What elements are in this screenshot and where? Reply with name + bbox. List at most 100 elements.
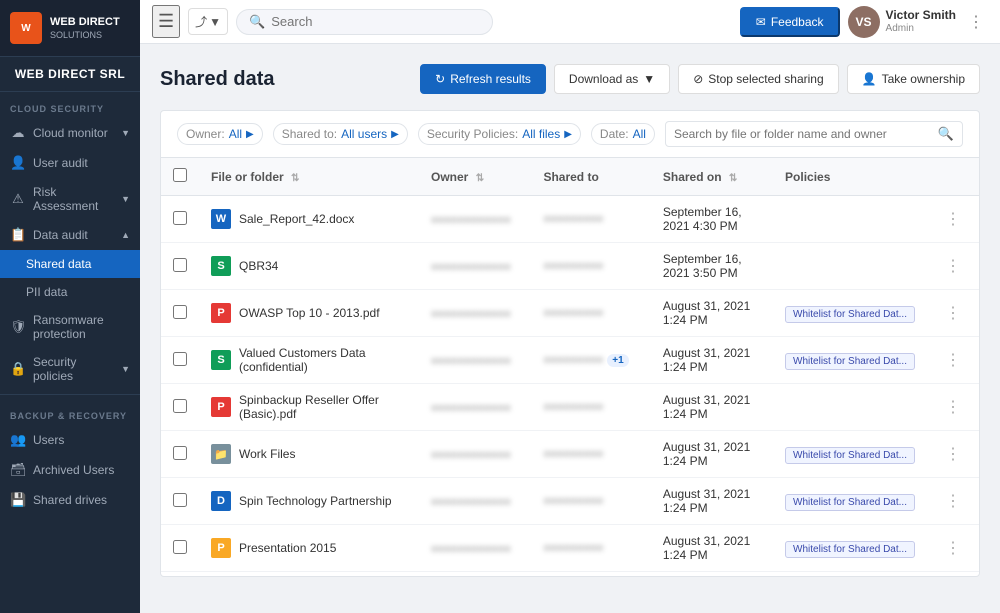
sidebar-item-data-audit[interactable]: 📋 Data audit ▲	[0, 220, 140, 250]
filter-security[interactable]: Security Policies: All files ▶	[418, 123, 581, 145]
file-type-icon: 📁	[211, 444, 231, 464]
shared-to-value: ●●●●●●●●●	[543, 401, 603, 413]
table-row: S Valued Customers Data (confidential) ●…	[161, 337, 979, 384]
refresh-button[interactable]: ↻ Refresh results	[420, 64, 546, 94]
select-all-checkbox[interactable]	[173, 168, 187, 182]
stop-sharing-button[interactable]: ⊘ Stop selected sharing	[678, 64, 838, 94]
row-menu-button[interactable]: ⋮	[939, 256, 967, 277]
owner-value: ●●●●●●●●●●●●	[431, 449, 511, 461]
col-shared-label: Shared to	[543, 170, 598, 184]
row-checkbox[interactable]	[173, 540, 187, 554]
user-name: Victor Smith	[886, 8, 956, 22]
policy-badge: Whitelist for Shared Dat...	[785, 541, 915, 558]
sidebar-item-label: Archived Users	[33, 463, 114, 477]
search-input[interactable]	[271, 14, 480, 29]
row-checkbox[interactable]	[173, 352, 187, 366]
row-checkbox-cell	[161, 337, 199, 384]
file-name-cell: P Spinbackup Reseller Offer (Basic).pdf	[199, 384, 419, 431]
filter-owner[interactable]: Owner: All ▶	[177, 123, 263, 145]
hamburger-button[interactable]: ☰	[152, 5, 180, 38]
col-policies-label: Policies	[785, 170, 830, 184]
sidebar-item-users[interactable]: 👥 Users	[0, 425, 140, 455]
policies-cell: Whitelist for Shared Dat...	[773, 431, 927, 478]
filter-search-input[interactable]	[674, 127, 932, 141]
sidebar-item-user-audit[interactable]: 👤 User audit	[0, 148, 140, 178]
filter-shared-to[interactable]: Shared to: All users ▶	[273, 123, 408, 145]
file-name-cell: P Presentation 2015	[199, 525, 419, 572]
shared-to-value: ●●●●●●●●●	[543, 307, 603, 319]
row-actions-cell: ⋮	[927, 196, 979, 243]
row-actions-cell: ⋮	[927, 572, 979, 578]
file-name-text: QBR34	[239, 259, 278, 273]
search-icon[interactable]: 🔍	[938, 126, 954, 142]
file-name-text: Work Files	[239, 447, 295, 461]
shared-to-cell: ●●●●●●●●●	[531, 290, 650, 337]
owner-value: ●●●●●●●●●●●●	[431, 355, 511, 367]
owner-value: ●●●●●●●●●●●●	[431, 496, 511, 508]
policies-cell: Whitelist for Shared Dat...	[773, 525, 927, 572]
sidebar-item-shared-data[interactable]: Shared data	[0, 250, 140, 278]
sidebar-item-archived-users[interactable]: 🗃 Archived Users	[0, 455, 140, 485]
sidebar-item-label: Security policies	[33, 355, 114, 383]
row-menu-button[interactable]: ⋮	[939, 350, 967, 371]
row-checkbox[interactable]	[173, 258, 187, 272]
col-shared-header[interactable]: Shared to	[531, 158, 650, 196]
shared-to-cell: ●●●●●●●●●	[531, 243, 650, 290]
user-profile[interactable]: VS Victor Smith Admin	[848, 6, 956, 38]
owner-cell: ●●●●●●●●●●●●	[419, 525, 531, 572]
table-row: W Sale_Report_42.docx ●●●●●●●●●●●● ●●●●●…	[161, 196, 979, 243]
policies-cell	[773, 384, 927, 431]
share-arrow: ▼	[209, 15, 221, 29]
shared-on-cell: August 31, 2021 1:24 PM	[651, 572, 773, 578]
row-menu-button[interactable]: ⋮	[939, 209, 967, 230]
shared-to-cell: ●●●●●●●●● +1	[531, 337, 650, 384]
sidebar-item-cloud-monitor[interactable]: ☁ Cloud monitor ▼	[0, 118, 140, 148]
col-owner-header[interactable]: Owner ⇅	[419, 158, 531, 196]
row-checkbox[interactable]	[173, 446, 187, 460]
filter-date[interactable]: Date: All	[591, 123, 655, 145]
filter-owner-label: Owner:	[186, 127, 225, 141]
sidebar-item-pii-data[interactable]: PII data	[0, 278, 140, 306]
feedback-button[interactable]: ✉ Feedback	[740, 7, 840, 37]
row-menu-button[interactable]: ⋮	[939, 397, 967, 418]
sidebar-item-shared-drives[interactable]: 💾 Shared drives	[0, 485, 140, 515]
shared-to-cell: ●●●●●●●●●	[531, 478, 650, 525]
sidebar-item-label: User audit	[33, 156, 88, 170]
user-role: Admin	[886, 23, 956, 35]
table-row: 📁 Work Files ●●●●●●●●●●●● ●●●●●●●●● Augu…	[161, 431, 979, 478]
row-checkbox[interactable]	[173, 399, 187, 413]
table-header-row: File or folder ⇅ Owner ⇅ Shared to Share…	[161, 158, 979, 196]
row-menu-button[interactable]: ⋮	[939, 538, 967, 559]
share-icon: ⤴	[195, 13, 207, 30]
table-row: P Spinbackup Reseller Offer (Basic).pdf …	[161, 384, 979, 431]
take-ownership-label: Take ownership	[882, 72, 965, 86]
file-type-icon: P	[211, 538, 231, 558]
more-options-icon[interactable]: ⋮	[964, 8, 988, 36]
col-sharedon-label: Shared on	[663, 170, 722, 184]
col-name-header[interactable]: File or folder ⇅	[199, 158, 419, 196]
sidebar-item-security-policies[interactable]: 🔒 Security policies ▼	[0, 348, 140, 390]
row-checkbox[interactable]	[173, 211, 187, 225]
table-row: D Passwords ●●●●●●●●●●●● ●●●●●●●●● ● Aug…	[161, 572, 979, 578]
download-button[interactable]: Download as ▼	[554, 64, 670, 94]
owner-cell: ●●●●●●●●●●●●	[419, 431, 531, 478]
users-icon: 👥	[10, 432, 26, 448]
row-checkbox[interactable]	[173, 305, 187, 319]
sidebar-item-ransomware[interactable]: 🛡 Ransomware protection	[0, 306, 140, 348]
row-actions-cell: ⋮	[927, 290, 979, 337]
take-ownership-button[interactable]: 👤 Take ownership	[847, 64, 980, 94]
refresh-icon: ↻	[435, 72, 445, 86]
file-type-icon: S	[211, 256, 231, 276]
filter-owner-value: All	[229, 127, 242, 141]
col-sharedon-header[interactable]: Shared on ⇅	[651, 158, 773, 196]
filter-shared-value: All users	[341, 127, 387, 141]
row-menu-button[interactable]: ⋮	[939, 444, 967, 465]
sidebar-item-risk-assessment[interactable]: ⚠ Risk Assessment ▼	[0, 178, 140, 220]
share-button[interactable]: ⤴ ▼	[188, 8, 228, 35]
row-menu-button[interactable]: ⋮	[939, 303, 967, 324]
main-area: ☰ ⤴ ▼ 🔍 ✉ Feedback VS Victor Smith Admin…	[140, 0, 1000, 613]
shared-on-cell: August 31, 2021 1:24 PM	[651, 384, 773, 431]
row-menu-button[interactable]: ⋮	[939, 491, 967, 512]
sidebar-item-label: Cloud monitor	[33, 126, 108, 140]
row-checkbox[interactable]	[173, 493, 187, 507]
